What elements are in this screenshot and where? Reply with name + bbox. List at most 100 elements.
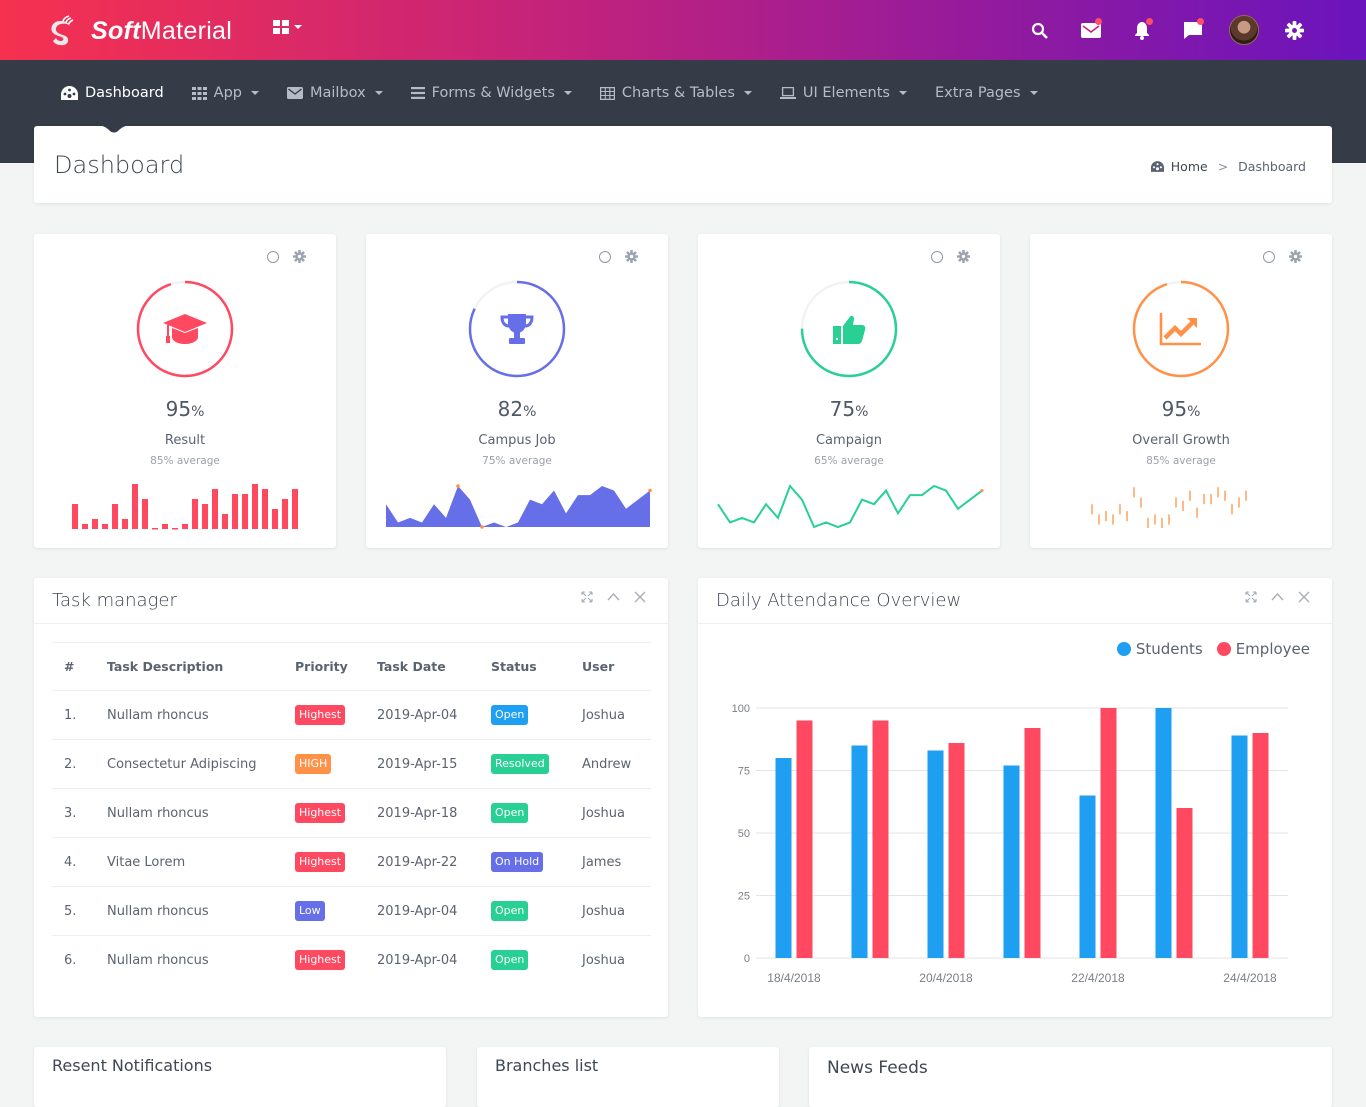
bar-employee — [1176, 808, 1193, 958]
nav-item-ui-elements[interactable]: UI Elements — [779, 85, 907, 101]
task-description: Consectetur Adipiscing — [107, 739, 295, 789]
stat-label: Result — [164, 433, 206, 448]
refresh-toggle[interactable] — [599, 250, 611, 263]
spark-bar — [182, 524, 188, 529]
stat-average: 85% average — [150, 455, 220, 467]
nav-item-mailbox[interactable]: Mailbox — [287, 85, 383, 101]
stat-card-overall-growth: 95% Overall Growth 85% average — [1030, 234, 1332, 548]
spark-bar — [172, 528, 178, 530]
priority-cell: HIGH — [295, 739, 377, 789]
column-header[interactable]: Task Date — [377, 642, 491, 691]
mail-button[interactable] — [1065, 10, 1116, 50]
bar-employee — [1100, 708, 1117, 958]
nav-item-extra-pages[interactable]: Extra Pages — [935, 85, 1038, 101]
task-user: Joshua — [582, 952, 626, 968]
nav-label: Charts & Tables — [621, 85, 735, 101]
spark-bar — [92, 519, 98, 529]
task-description: Nullam rhoncus — [107, 952, 209, 968]
spark-bar — [212, 489, 218, 529]
legend-item-employee[interactable]: Employee — [1216, 640, 1310, 658]
refresh-toggle[interactable] — [267, 250, 279, 263]
column-header[interactable]: User — [582, 642, 651, 691]
gear-icon[interactable] — [1289, 250, 1302, 263]
chat-button[interactable] — [1167, 10, 1218, 50]
chevron-down-icon — [1029, 91, 1038, 95]
table-row[interactable]: 3. Nullam rhoncus Highest 2019-Apr-18 Op… — [52, 788, 651, 838]
user-profile-button[interactable] — [1218, 10, 1269, 50]
bar-employee — [948, 743, 965, 958]
stat-card-campus-job: 82% Campus Job 75% average — [366, 234, 668, 548]
spark-bar — [262, 489, 268, 529]
search-button[interactable] — [1014, 10, 1065, 50]
collapse-button[interactable] — [1271, 591, 1284, 603]
apps-menu-button[interactable] — [273, 20, 302, 34]
brand-bold: Soft — [91, 16, 141, 45]
legend-item-students[interactable]: Students — [1116, 640, 1203, 658]
bar-employee — [872, 720, 889, 958]
task-date: 2019-Apr-04 — [377, 952, 458, 968]
refresh-toggle[interactable] — [1263, 250, 1275, 263]
sparkline — [717, 484, 984, 529]
row-number: 1. — [52, 690, 107, 740]
chevron-down-icon — [563, 91, 572, 95]
task-date: 2019-Apr-15 — [377, 739, 491, 789]
task-date: 2019-Apr-18 — [377, 788, 491, 838]
x-tick-label: 22/4/2018 — [1071, 971, 1125, 985]
gear-icon[interactable] — [293, 250, 306, 263]
stat-value: 95% — [1161, 397, 1201, 421]
stat-card-result: 95% Result 85% average — [34, 234, 336, 548]
nav-label: Extra Pages — [934, 85, 1021, 101]
close-button[interactable] — [634, 591, 646, 603]
status-badge: Open — [491, 803, 529, 823]
column-header[interactable]: Priority — [295, 642, 377, 691]
spark-bar — [142, 499, 148, 529]
stat-card-campaign: 75% Campaign 65% average — [698, 234, 1000, 548]
table-row[interactable]: 2. Consectetur Adipiscing HIGH 2019-Apr-… — [52, 739, 651, 789]
breadcrumb-home[interactable]: Home — [1171, 159, 1208, 174]
spark-line — [717, 484, 983, 529]
brand-logo[interactable]: SoftMaterial — [50, 14, 232, 48]
nav-item-charts-tables[interactable]: Charts & Tables — [599, 85, 752, 101]
priority-cell: Highest — [295, 788, 377, 838]
nav-item-dashboard[interactable]: Dashboard — [61, 85, 164, 101]
stat-value: 75% — [829, 397, 869, 421]
column-header[interactable]: Status — [491, 642, 582, 691]
table-row[interactable]: 5. Nullam rhoncus Low 2019-Apr-04 Open J… — [52, 886, 651, 936]
nav-item-app[interactable]: App — [191, 85, 259, 101]
bar-students — [1079, 795, 1096, 958]
close-icon — [1298, 591, 1310, 603]
column-header[interactable]: # — [52, 642, 107, 691]
chat-notification-dot — [1197, 18, 1204, 25]
page-header: Dashboard Home > Dashboard — [34, 125, 1332, 203]
status-cell: Open — [491, 936, 582, 985]
grid-icon — [191, 86, 207, 100]
close-button[interactable] — [1298, 591, 1310, 603]
expand-button[interactable] — [1245, 591, 1257, 603]
table-row[interactable]: 4. Vitae Lorem Highest 2019-Apr-22 On Ho… — [52, 837, 651, 887]
column-header[interactable]: Task Description — [107, 642, 295, 691]
breadcrumb-separator: > — [1217, 159, 1229, 174]
bell-notification-dot — [1146, 18, 1153, 25]
priority-badge: Low — [295, 901, 325, 921]
news-feeds-card: News Feeds — [809, 1047, 1332, 1107]
task-user: Joshua — [582, 886, 651, 936]
gear-icon[interactable] — [957, 250, 970, 263]
expand-button[interactable] — [581, 591, 593, 603]
spark-bar — [102, 524, 108, 529]
gear-icon[interactable] — [625, 250, 638, 263]
settings-button[interactable] — [1269, 10, 1320, 50]
refresh-toggle[interactable] — [931, 250, 943, 263]
spark-bar — [192, 499, 198, 529]
priority-badge: Highest — [295, 950, 346, 971]
collapse-button[interactable] — [607, 591, 620, 603]
nav-label: Forms & Widgets — [431, 85, 555, 101]
notifications-button[interactable] — [1116, 10, 1167, 50]
task-date: 2019-Apr-22 — [377, 837, 491, 887]
chevron-down-icon — [251, 91, 259, 95]
table-row[interactable]: 1. Nullam rhoncus Highest 2019-Apr-04 Op… — [52, 690, 651, 740]
nav-item-forms-widgets[interactable]: Forms & Widgets — [410, 85, 572, 101]
task-user: Joshua — [582, 788, 651, 838]
search-icon — [1031, 22, 1048, 39]
table-row[interactable]: 6. Nullam rhoncus Highest 2019-Apr-04 Op… — [52, 936, 651, 985]
bar-students — [775, 758, 792, 958]
